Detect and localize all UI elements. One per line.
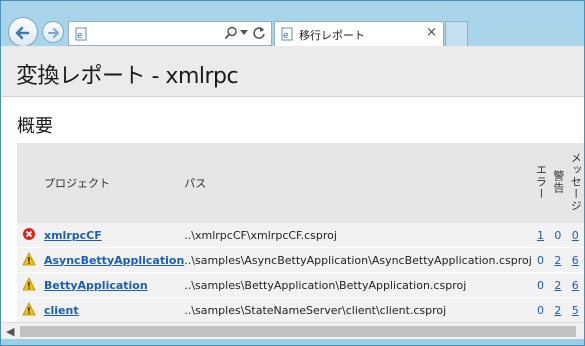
project-cell: AsyncBettyApplication <box>44 247 185 273</box>
messages-cell: 6 <box>566 247 584 273</box>
errors-count: 0 <box>537 253 545 267</box>
window-bottom-edge <box>1 339 584 345</box>
scroll-left-icon[interactable]: ◀ <box>6 325 14 338</box>
status-cell <box>17 223 44 248</box>
table-row: xmlrpcCF ..\xmlrpcCF\xmlrpcCF.csproj 1 0… <box>17 223 584 248</box>
path-cell: ..\xmlrpcCF\xmlrpcCF.csproj <box>184 223 532 248</box>
svg-text:e: e <box>77 31 83 41</box>
new-tab-button[interactable] <box>445 21 468 47</box>
project-column-label: プロジェクト <box>44 177 110 190</box>
dropdown-icon[interactable] <box>240 30 248 36</box>
status-cell <box>17 247 44 273</box>
status-column-header <box>17 143 44 223</box>
errors-cell: 0 <box>531 297 550 322</box>
warning-icon <box>22 251 36 265</box>
address-bar[interactable]: e <box>68 21 272 46</box>
report-header: 変換レポート - xmlrpc <box>1 46 584 97</box>
messages-column-label: メッセージ <box>569 151 583 212</box>
refresh-icon[interactable] <box>253 26 266 40</box>
svg-text:e: e <box>283 31 289 41</box>
messages-cell: 0 <box>566 223 584 248</box>
page-icon: e <box>281 27 293 41</box>
project-link[interactable]: xmlrpcCF <box>44 229 102 242</box>
warnings-cell: 2 <box>549 297 567 322</box>
table-row: AsyncBettyApplication ..\samples\AsyncBe… <box>17 247 584 273</box>
path-cell: ..\samples\AsyncBettyApplication\AsyncBe… <box>184 247 532 273</box>
forward-arrow-icon <box>48 28 59 38</box>
path-column-header: パス <box>184 143 532 223</box>
table-row: client ..\samples\StateNameServer\client… <box>17 297 584 322</box>
errors-cell: 1 <box>531 223 550 248</box>
messages-count-link[interactable]: 0 <box>572 229 579 242</box>
warnings-count-link[interactable]: 2 <box>554 254 561 267</box>
warnings-cell: 2 <box>549 272 567 298</box>
scrollbar-thumb[interactable] <box>20 326 576 337</box>
project-link[interactable]: client <box>44 304 79 317</box>
summary-table: プロジェクト パス エラー 警告 メッセージ xmlrpcCF ..\xmlrp… <box>17 143 584 322</box>
warnings-count: 0 <box>554 228 562 242</box>
back-arrow-icon <box>15 26 30 40</box>
close-tab-icon[interactable]: × <box>426 25 437 40</box>
horizontal-scrollbar[interactable]: ◀ <box>1 322 584 340</box>
project-column-header: プロジェクト <box>44 143 185 223</box>
messages-count-link[interactable]: 6 <box>572 279 579 292</box>
table-header-row: プロジェクト パス エラー 警告 メッセージ <box>17 143 584 223</box>
project-cell: client <box>44 297 185 322</box>
page-content: 変換レポート - xmlrpc 概要 プロジェクト パス エラー 警告 メッセー… <box>1 46 584 322</box>
status-cell <box>17 272 44 298</box>
warning-icon <box>22 301 36 315</box>
warnings-count-link[interactable]: 2 <box>554 304 561 317</box>
path-cell: ..\samples\StateNameServer\client\client… <box>184 297 532 322</box>
search-icon[interactable] <box>224 26 238 40</box>
errors-cell: 0 <box>531 272 550 298</box>
status-cell <box>17 297 44 322</box>
errors-count: 0 <box>537 303 545 317</box>
errors-cell: 0 <box>531 247 550 273</box>
page-title: 変換レポート - xmlrpc <box>16 64 239 89</box>
messages-column-header: メッセージ <box>566 143 584 223</box>
tab-migration-report[interactable]: e 移行レポート × <box>274 21 444 47</box>
project-cell: xmlrpcCF <box>44 223 185 248</box>
project-link[interactable]: BettyApplication <box>44 279 148 292</box>
table-row: BettyApplication ..\samples\BettyApplica… <box>17 272 584 298</box>
messages-count-link[interactable]: 6 <box>572 254 579 267</box>
messages-cell: 6 <box>566 272 584 298</box>
back-button[interactable] <box>8 17 38 47</box>
messages-count-link[interactable]: 5 <box>572 304 579 317</box>
error-icon <box>23 227 35 240</box>
warnings-count-link[interactable]: 2 <box>554 279 561 292</box>
project-link[interactable]: AsyncBettyApplication <box>44 254 184 267</box>
warnings-cell: 0 <box>549 223 567 248</box>
errors-count: 0 <box>537 278 545 292</box>
path-column-label: パス <box>184 177 207 190</box>
project-cell: BettyApplication <box>44 272 185 298</box>
errors-count-link[interactable]: 1 <box>537 229 544 242</box>
browser-toolbar: e e 移行レポート × <box>1 1 584 47</box>
forward-button[interactable] <box>42 21 64 43</box>
errors-column-header: エラー <box>531 143 550 223</box>
warnings-cell: 2 <box>549 247 567 273</box>
warnings-column-label: 警告 <box>551 169 565 194</box>
page-icon: e <box>75 27 87 41</box>
section-heading: 概要 <box>17 116 53 137</box>
tab-title: 移行レポート <box>299 29 365 42</box>
path-cell: ..\samples\BettyApplication\BettyApplica… <box>184 272 532 298</box>
errors-column-label: エラー <box>534 163 548 200</box>
warning-icon <box>22 276 36 290</box>
messages-cell: 5 <box>566 297 584 322</box>
warnings-column-header: 警告 <box>549 143 567 223</box>
